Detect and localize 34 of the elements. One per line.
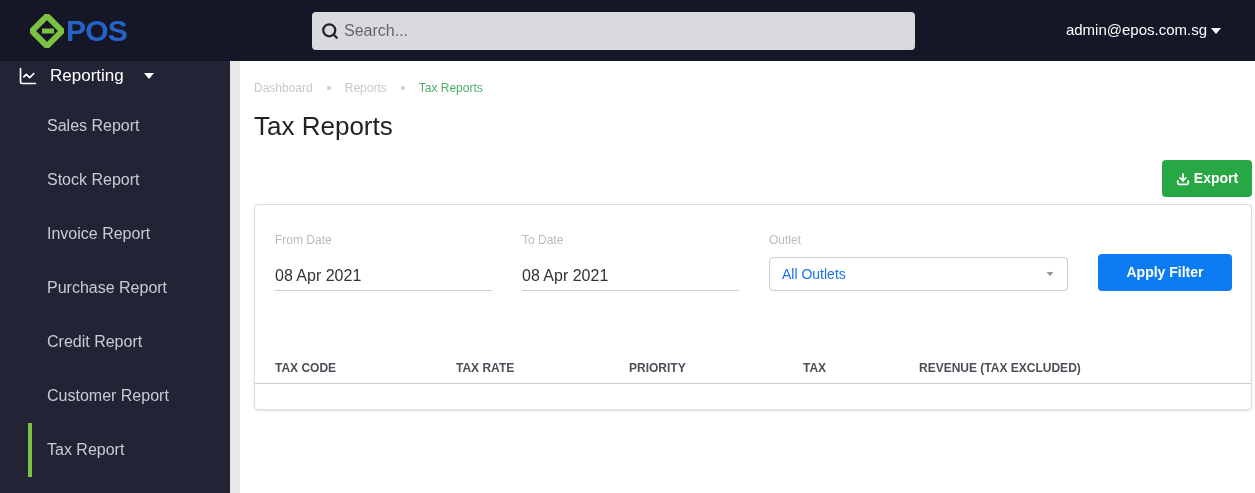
- sidebar-item[interactable]: Credit Report: [0, 315, 230, 369]
- column-header: PRIORITY: [629, 360, 687, 377]
- breadcrumb-item: Tax Reports: [418, 80, 483, 97]
- user-menu[interactable]: admin@epos.com.sg: [1065, 19, 1221, 42]
- column-header: TAX: [803, 360, 828, 377]
- caret-icon: [143, 73, 154, 79]
- field-label: Outlet: [769, 232, 802, 249]
- logo-text: POS: [66, 15, 128, 46]
- column-header: REVENUE (TAX EXCLUDED): [919, 360, 1082, 377]
- logo-icon: [30, 13, 64, 48]
- column-header: TAX RATE: [456, 360, 516, 377]
- scrollbar[interactable]: [230, 61, 240, 493]
- search-field[interactable]: Search...: [312, 11, 915, 50]
- page-title: Tax Reports: [254, 110, 394, 143]
- date-field[interactable]: 08 Apr 2021: [522, 261, 739, 291]
- sidebar-item[interactable]: Invoice Report: [0, 207, 230, 261]
- breadcrumb-separator-icon: [326, 86, 331, 90]
- outlet-dropdown[interactable]: All Outlets: [769, 257, 1068, 291]
- caret-icon: [1211, 27, 1221, 34]
- sidebar-item[interactable]: Customer Report: [0, 369, 230, 423]
- download-icon: [1175, 171, 1190, 186]
- sidebar-item[interactable]: Purchase Report: [0, 261, 230, 315]
- date-field[interactable]: 08 Apr 2021: [275, 261, 492, 291]
- sidebar-item[interactable]: Sales Report: [0, 99, 230, 153]
- line-chart-icon: [18, 66, 38, 86]
- field-label: From Date: [275, 232, 333, 249]
- apply-filter-button[interactable]: Apply Filter: [1098, 254, 1232, 291]
- field-label: To Date: [522, 232, 565, 249]
- breadcrumb-separator-icon: [400, 86, 405, 90]
- column-header: TAX CODE: [275, 360, 338, 377]
- search-icon: [321, 21, 339, 40]
- caret-icon: [1046, 271, 1054, 277]
- sidebar-item[interactable]: Stock Report: [0, 153, 230, 207]
- sidebar-section[interactable]: Reporting: [0, 61, 230, 91]
